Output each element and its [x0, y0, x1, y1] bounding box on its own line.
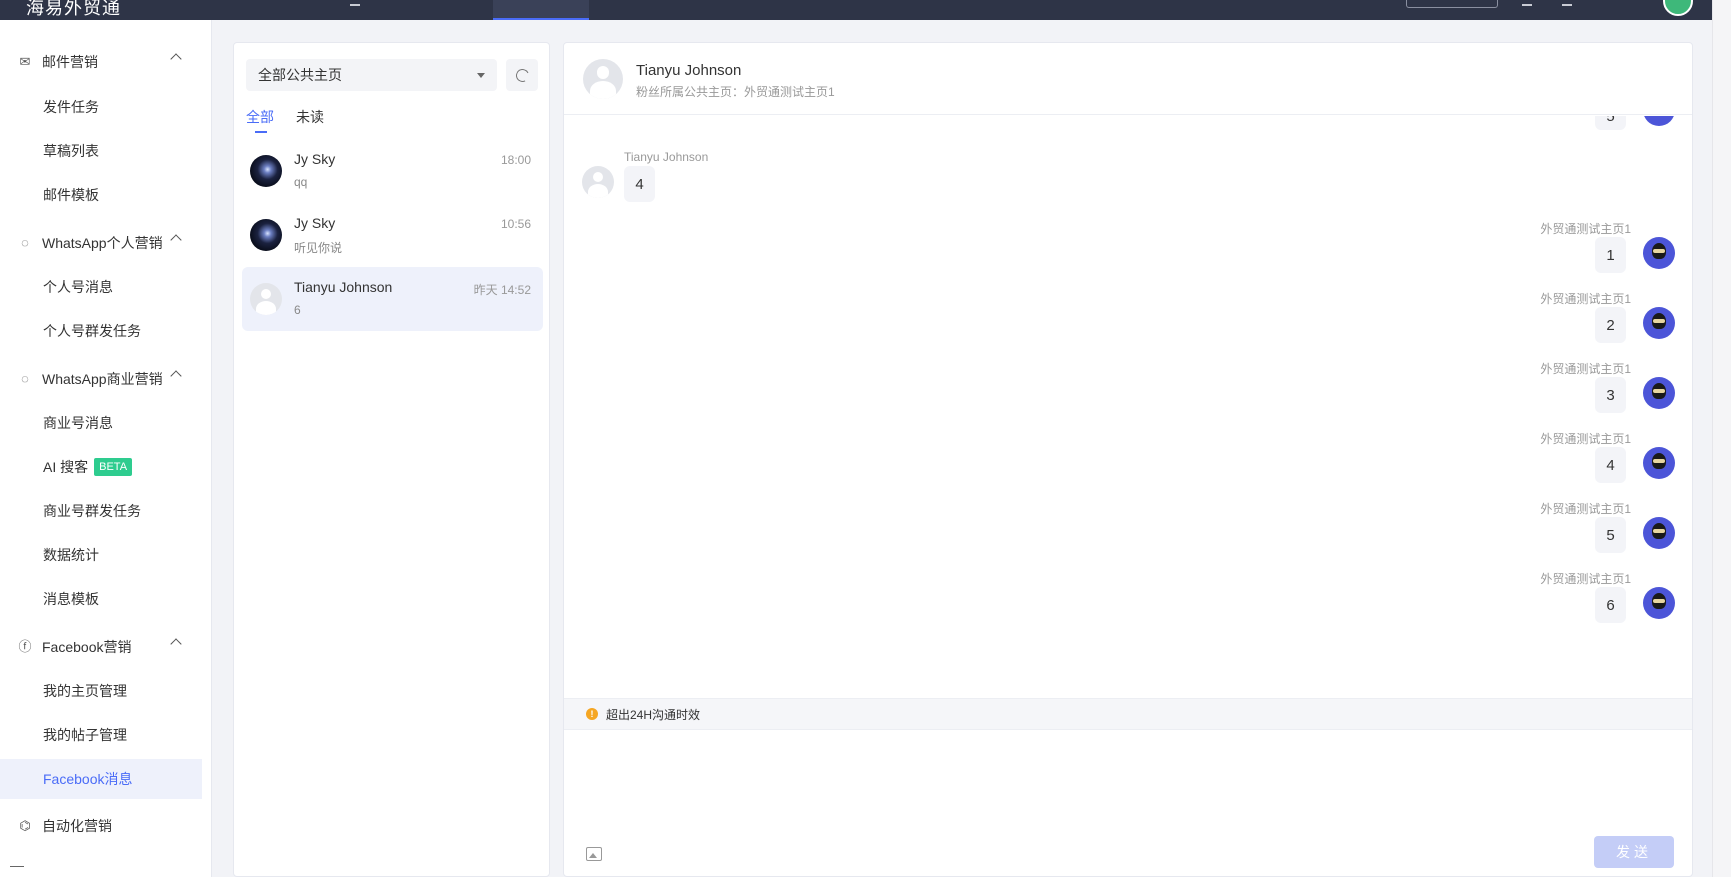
avatar [1643, 587, 1675, 619]
message-bubble: 4 [1595, 447, 1626, 483]
page-filter-value: 全部公共主页 [258, 67, 342, 83]
message-bubble: 4 [624, 166, 655, 202]
message-sender: 外贸通测试主页1 [1540, 222, 1631, 236]
whatsapp-icon: ◌ [21, 235, 29, 250]
chevron-up-icon [170, 53, 182, 65]
message-sender: 外贸通测试主页1 [1540, 502, 1631, 516]
app-logo[interactable]: 海易外贸通 [26, 0, 121, 20]
warning-icon: ! [586, 708, 598, 720]
conversation-item[interactable]: Jy Sky 18:00 qq [242, 139, 543, 203]
avatar [1643, 237, 1675, 269]
message-bubble: 6 [1595, 587, 1626, 623]
whatsapp-icon: ◌ [21, 371, 29, 386]
facebook-icon: ⓕ [18, 639, 32, 654]
sidebar-item-label: AI 搜客 [43, 459, 89, 475]
sidebar-group-facebook[interactable]: ⓕ Facebook营销 [0, 627, 212, 667]
sidebar-group-whatsapp-personal[interactable]: ◌ WhatsApp个人营销 [0, 223, 212, 263]
sidebar-item-message-templates[interactable]: 消息模板 [0, 579, 202, 619]
nav-chevron-icon[interactable] [350, 0, 360, 6]
conversation-panel: 全部公共主页 全部 未读 Jy Sky 18:00 qq Jy Sky 10:5… [233, 42, 550, 877]
conversation-name: Jy Sky [294, 215, 336, 231]
page-filter-select[interactable]: 全部公共主页 [246, 59, 497, 91]
message-bubble: 1 [1595, 237, 1626, 273]
conversation-name: Jy Sky [294, 151, 336, 167]
top-action-button[interactable] [1406, 0, 1498, 8]
contact-page-info: 粉丝所属公共主页：外贸通测试主页1 [636, 85, 835, 99]
conversation-time: 18:00 [500, 153, 531, 167]
collapse-sidebar-icon[interactable] [10, 866, 24, 874]
message-bubble: 2 [1595, 307, 1626, 343]
window-scrollbar[interactable] [1712, 0, 1731, 877]
message-list[interactable]: 5 Tianyu Johnson 4 外贸通测试主页1 1 外贸通测试主页1 2… [564, 116, 1692, 742]
tab-all[interactable]: 全部 [246, 107, 274, 133]
avatar [1643, 517, 1675, 549]
conversation-time: 昨天 14:52 [473, 283, 531, 297]
image-upload-icon[interactable] [586, 847, 602, 861]
message-sender: 外贸通测试主页1 [1540, 362, 1631, 376]
sidebar-item-ai-search[interactable]: AI 搜客 BETA [0, 447, 202, 487]
message-bubble: 5 [1595, 116, 1626, 130]
message-bubble: 5 [1595, 517, 1626, 553]
avatar [583, 59, 623, 99]
sidebar-item-drafts[interactable]: 草稿列表 [0, 131, 202, 171]
avatar [582, 166, 614, 198]
sidebar-item-statistics[interactable]: 数据统计 [0, 535, 202, 575]
contact-name: Tianyu Johnson [636, 62, 742, 79]
sidebar-item-send-tasks[interactable]: 发件任务 [0, 87, 202, 127]
conversation-name: Tianyu Johnson [294, 279, 393, 295]
message-bubble: 3 [1595, 377, 1626, 413]
chevron-up-icon [170, 370, 182, 382]
refresh-icon [513, 66, 531, 84]
tab-unread[interactable]: 未读 [296, 107, 324, 133]
sidebar-item-business-bulk-tasks[interactable]: 商业号群发任务 [0, 491, 202, 531]
sidebar-item-personal-bulk-tasks[interactable]: 个人号群发任务 [0, 311, 202, 351]
help-icon[interactable] [1562, 0, 1572, 6]
refresh-button[interactable] [506, 59, 538, 91]
conversation-time: 10:56 [500, 217, 531, 231]
chevron-up-icon [170, 234, 182, 246]
conversation-preview: 听见你说 [294, 241, 343, 255]
chat-panel: Tianyu Johnson 粉丝所属公共主页：外贸通测试主页1 5 Tiany… [563, 42, 1693, 877]
send-button[interactable]: 发送 [1594, 836, 1674, 868]
chat-header: Tianyu Johnson 粉丝所属公共主页：外贸通测试主页1 [564, 43, 1692, 115]
sidebar-item-personal-messages[interactable]: 个人号消息 [0, 267, 202, 307]
avatar [250, 283, 282, 315]
avatar [1643, 116, 1675, 126]
user-avatar[interactable] [1663, 0, 1693, 16]
message-sender: 外贸通测试主页1 [1540, 292, 1631, 306]
sidebar: ✉ 邮件营销 发件任务 草稿列表 邮件模板 ◌ WhatsApp个人营销 个人号… [0, 20, 212, 877]
flow-icon: ⌬ [19, 818, 31, 833]
sidebar-item-facebook-messages[interactable]: Facebook消息 [0, 759, 202, 799]
message-sender: Tianyu Johnson [624, 150, 709, 164]
nav-tab-active[interactable] [493, 0, 589, 20]
avatar [1643, 307, 1675, 339]
beta-badge: BETA [94, 458, 133, 476]
sidebar-item-page-management[interactable]: 我的主页管理 [0, 671, 202, 711]
sidebar-group-email-marketing[interactable]: ✉ 邮件营销 [0, 42, 212, 82]
chevron-down-icon [477, 73, 485, 78]
conversation-item[interactable]: Tianyu Johnson 昨天 14:52 6 [242, 267, 543, 331]
sidebar-group-whatsapp-business[interactable]: ◌ WhatsApp商业营销 [0, 359, 212, 399]
top-navbar: 海易外贸通 [0, 0, 1712, 20]
conversation-tabs: 全部 未读 [246, 107, 324, 133]
avatar [1643, 377, 1675, 409]
avatar [250, 219, 282, 251]
avatar [1643, 447, 1675, 479]
sidebar-item-email-templates[interactable]: 邮件模板 [0, 175, 202, 215]
avatar [250, 155, 282, 187]
timeout-notice-text: 超出24H沟通时效 [606, 707, 701, 722]
message-sender: 外贸通测试主页1 [1540, 432, 1631, 446]
mail-icon: ✉ [19, 54, 31, 69]
message-sender: 外贸通测试主页1 [1540, 572, 1631, 586]
timeout-notice: ! 超出24H沟通时效 [564, 698, 1692, 730]
conversation-preview: 6 [294, 303, 301, 317]
sidebar-item-business-messages[interactable]: 商业号消息 [0, 403, 202, 443]
sidebar-item-post-management[interactable]: 我的帖子管理 [0, 715, 202, 755]
conversation-preview: qq [294, 175, 308, 189]
message-input[interactable] [564, 731, 1692, 831]
conversation-item[interactable]: Jy Sky 10:56 听见你说 [242, 203, 543, 267]
chevron-up-icon [170, 638, 182, 650]
bell-icon[interactable] [1522, 0, 1532, 6]
sidebar-group-automation[interactable]: ⌬ 自动化营销 [0, 806, 212, 846]
